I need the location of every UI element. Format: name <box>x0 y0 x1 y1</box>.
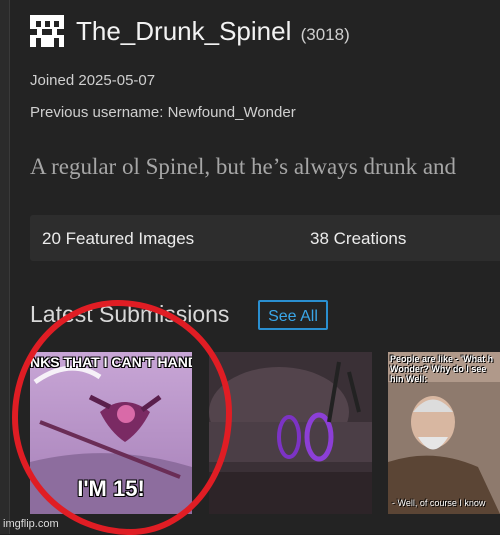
previous-username: Previous username: Newfound_Wonder <box>30 104 296 121</box>
user-avatar-icon <box>30 15 64 47</box>
see-all-button[interactable]: See All <box>258 300 328 330</box>
user-bio: A regular ol Spinel, but he’s always dru… <box>30 154 457 179</box>
latest-submissions-title: Latest Submissions <box>30 301 230 327</box>
meme-top-caption-1: NKS THAT I CAN'T HANDLE <box>30 354 192 370</box>
imgflip-watermark: imgflip.com <box>3 518 59 530</box>
joined-date: Joined 2025-05-07 <box>30 72 156 89</box>
featured-images-link[interactable]: 20 Featured Images <box>42 229 194 249</box>
stats-bar: 20 Featured Images 38 Creations <box>30 215 500 261</box>
submission-thumbnail-1[interactable]: NKS THAT I CAN'T HANDLE I'M 15! <box>30 352 192 514</box>
meme-bottom-caption-1: I'M 15! <box>77 476 145 501</box>
meme-image-2 <box>209 352 372 514</box>
profile-page: The_Drunk_Spinel (3018) Joined 2025-05-0… <box>0 0 500 535</box>
left-rail <box>0 0 10 534</box>
meme-bottom-caption-3: - Well, of course I know <box>392 498 486 508</box>
username: The_Drunk_Spinel (3018) <box>76 16 350 47</box>
creations-link[interactable]: 38 Creations <box>310 229 406 249</box>
submission-thumbnail-3[interactable]: People are like - 'What h Wonder? Why do… <box>388 352 500 514</box>
username-text: The_Drunk_Spinel <box>76 16 292 46</box>
user-points: (3018) <box>300 25 350 44</box>
meme-top-caption-3: People are like - 'What h Wonder? Why do… <box>390 354 494 384</box>
submission-thumbnail-2[interactable] <box>209 352 372 514</box>
